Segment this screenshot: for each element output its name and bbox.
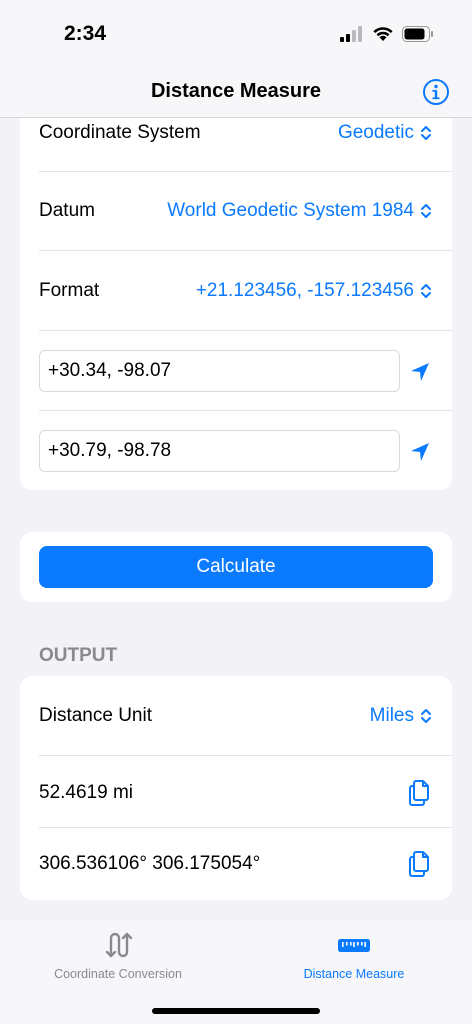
wifi-icon — [373, 27, 393, 41]
divider — [39, 330, 452, 331]
location-arrow-icon[interactable] — [408, 360, 432, 384]
status-bar: 2:34 — [0, 0, 472, 70]
bearings-result-value: 306.536106° 306.175054° — [39, 853, 261, 874]
home-indicator — [152, 1008, 320, 1014]
cellular-signal-icon — [340, 26, 362, 42]
format-picker[interactable]: +21.123456, -157.123456 — [196, 280, 432, 302]
calculate-card: Calculate — [20, 532, 452, 602]
chevron-up-down-icon — [421, 204, 431, 218]
distance-unit-label: Distance Unit — [39, 705, 152, 726]
copy-icon[interactable] — [408, 779, 432, 807]
distance-unit-row[interactable]: Distance Unit Miles — [39, 701, 452, 731]
copy-icon[interactable] — [408, 850, 432, 878]
distance-unit-picker[interactable]: Miles — [370, 705, 432, 727]
bearings-result-row: 306.536106° 306.175054° — [39, 849, 452, 879]
location-arrow-icon[interactable] — [408, 440, 432, 464]
calculate-button[interactable]: Calculate — [39, 546, 433, 588]
divider — [39, 250, 452, 251]
output-section-header: OUTPUT — [39, 645, 118, 666]
status-time: 2:34 — [64, 22, 107, 45]
tab-label: Distance Measure — [303, 967, 405, 981]
divider — [39, 410, 452, 411]
divider — [39, 755, 452, 756]
format-value: +21.123456, -157.123456 — [195, 280, 414, 301]
coordinate-system-value: Geodetic — [337, 122, 414, 143]
distance-unit-value: Miles — [369, 705, 414, 726]
distance-result-row: 52.4619 mi — [39, 778, 452, 808]
chevron-up-down-icon — [421, 709, 431, 723]
coordinate-system-label: Coordinate System — [39, 122, 201, 143]
tab-coordinate-conversion[interactable]: Coordinate Conversion — [0, 930, 236, 981]
coordinate-system-picker[interactable]: Geodetic — [338, 122, 432, 144]
arrows-up-down-icon — [105, 932, 133, 958]
tab-distance-measure[interactable]: Distance Measure — [236, 930, 472, 981]
format-label: Format — [39, 280, 100, 301]
chevron-up-down-icon — [421, 126, 431, 140]
battery-icon — [402, 26, 433, 42]
divider — [39, 827, 452, 828]
datum-label: Datum — [39, 200, 95, 221]
page-title: Distance Measure — [150, 80, 322, 102]
divider — [39, 171, 452, 172]
format-row[interactable]: Format +21.123456, -157.123456 — [39, 276, 452, 306]
chevron-up-down-icon — [421, 284, 431, 298]
coordinate-system-row[interactable]: Coordinate System Geodetic — [39, 118, 452, 148]
datum-picker[interactable]: World Geodetic System 1984 — [167, 200, 432, 222]
navigation-bar: Distance Measure — [0, 70, 472, 118]
ruler-icon — [338, 939, 370, 952]
input-card: Coordinate System Geodetic Datum World G… — [20, 70, 452, 490]
tab-label: Coordinate Conversion — [54, 967, 182, 981]
datum-value: World Geodetic System 1984 — [167, 200, 414, 221]
status-icons — [340, 26, 434, 42]
datum-row[interactable]: Datum World Geodetic System 1984 — [39, 196, 452, 226]
info-icon[interactable] — [422, 78, 450, 106]
distance-result-value: 52.4619 mi — [39, 782, 134, 803]
output-card: Distance Unit Miles 52.4619 mi 306.53610… — [20, 676, 452, 900]
point2-coordinate-input[interactable] — [39, 430, 400, 472]
point1-coordinate-input[interactable] — [39, 350, 400, 392]
